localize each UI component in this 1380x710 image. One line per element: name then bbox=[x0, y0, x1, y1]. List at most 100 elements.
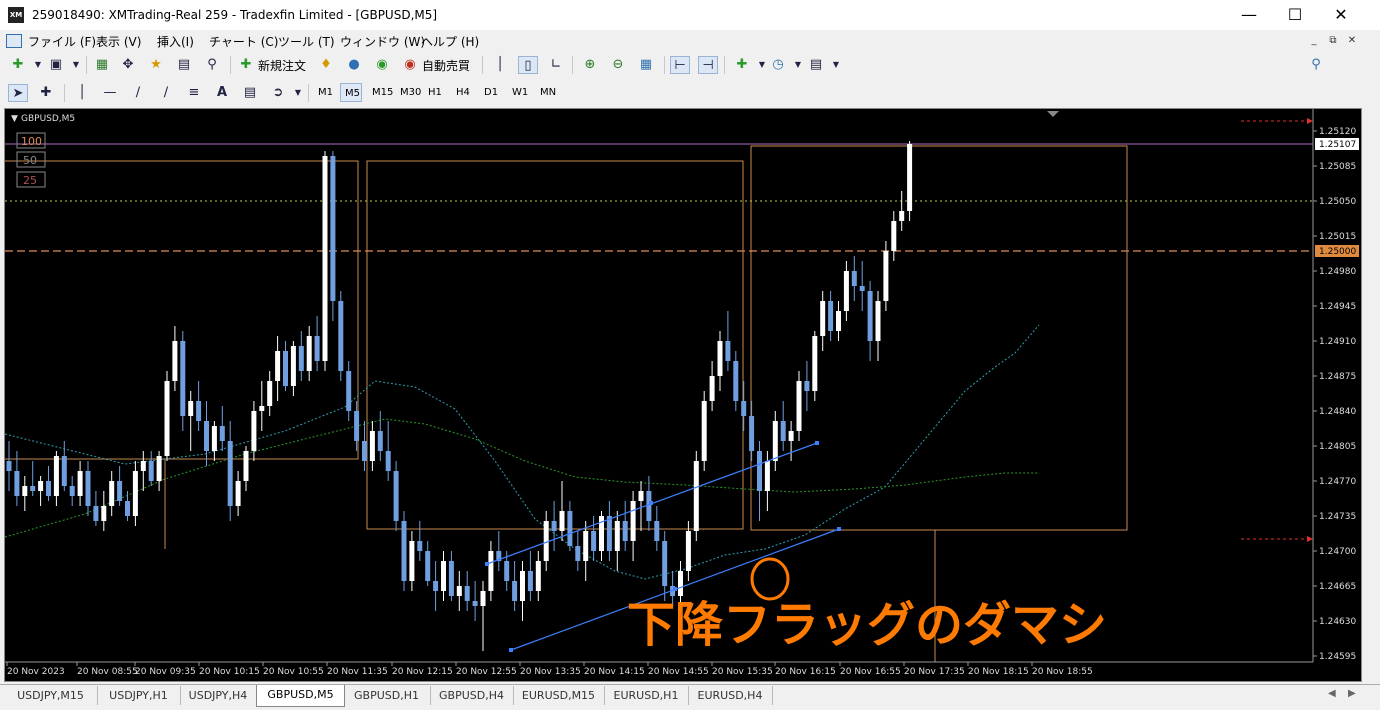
chart-window-icon[interactable] bbox=[6, 34, 22, 48]
new-order-button[interactable]: 新規注文 bbox=[258, 57, 306, 74]
tab-eurusd-h1[interactable]: EURUSD,H1 bbox=[604, 686, 689, 705]
channel-anchor-point[interactable] bbox=[673, 587, 677, 591]
chart-window[interactable]: 1.25120 1.25085 1.25050 1.25015 1.24980 1.249… bbox=[4, 108, 1362, 682]
mdi-minimize-icon[interactable]: _ bbox=[1306, 33, 1322, 48]
menu-chart[interactable]: チャート (C) bbox=[209, 33, 278, 50]
new-order-icon[interactable]: ✚ bbox=[236, 56, 256, 74]
time-label: 20 Nov 18:55 bbox=[1032, 667, 1093, 677]
channel-anchor-point[interactable] bbox=[509, 648, 513, 652]
candle-body bbox=[306, 336, 312, 371]
tab-scroll-left-icon[interactable]: ◀ bbox=[1328, 688, 1336, 699]
navigator-icon[interactable]: ★ bbox=[146, 56, 166, 74]
channel-anchor-point[interactable] bbox=[815, 441, 819, 445]
tab-gbpusd-h1[interactable]: GBPUSD,H1 bbox=[343, 686, 431, 705]
menu-window[interactable]: ウィンドウ (W) bbox=[340, 33, 425, 50]
dropdown-arrow-icon[interactable]: ▼ bbox=[826, 56, 846, 74]
channel-anchor-point[interactable] bbox=[485, 562, 489, 566]
candle-body bbox=[30, 486, 36, 491]
tab-eurusd-h4[interactable]: EURUSD,H4 bbox=[688, 686, 773, 705]
candlestick-icon[interactable]: ▯ bbox=[518, 56, 538, 74]
zoom-in-icon[interactable]: ⊕ bbox=[580, 56, 600, 74]
tab-usdjpy-h1[interactable]: USDJPY,H1 bbox=[97, 686, 181, 705]
candle-body bbox=[614, 521, 620, 551]
menu-insert[interactable]: 挿入(I) bbox=[157, 33, 194, 50]
tab-eurusd-m15[interactable]: EURUSD,M15 bbox=[513, 686, 605, 705]
candle-body bbox=[393, 471, 399, 521]
equidistant-channel-icon[interactable]: ∕ bbox=[156, 84, 176, 102]
mdi-close-icon[interactable]: ✕ bbox=[1344, 33, 1360, 48]
tab-gbpusd-h4[interactable]: GBPUSD,H4 bbox=[430, 686, 514, 705]
time-label: 20 Nov 08:55 bbox=[77, 667, 138, 677]
timeframe-d1[interactable]: D1 bbox=[480, 83, 510, 102]
fibonacci-icon[interactable]: ≡ bbox=[184, 84, 204, 102]
chart-shift-icon[interactable]: ⊢ bbox=[670, 56, 690, 74]
templates-icon[interactable]: ▤ bbox=[806, 56, 826, 74]
mdi-restore-icon[interactable]: ⧉ bbox=[1325, 33, 1341, 48]
candle-body bbox=[796, 381, 802, 431]
cursor-icon[interactable]: ➤ bbox=[8, 84, 28, 102]
profiles-icon[interactable]: ▣ bbox=[46, 56, 66, 74]
auto-trading-icon[interactable]: ◉ bbox=[400, 56, 420, 74]
crosshair-icon[interactable]: ✚ bbox=[36, 84, 56, 102]
timeframe-h1[interactable]: H1 bbox=[424, 83, 454, 102]
timeframe-m5[interactable]: M5 bbox=[340, 83, 362, 102]
dropdown-arrow-icon[interactable]: ▼ bbox=[66, 56, 86, 74]
zoom-out-icon[interactable]: ⊖ bbox=[608, 56, 628, 74]
text-label-icon[interactable]: ▤ bbox=[240, 84, 260, 102]
signals-icon[interactable]: ◉ bbox=[372, 56, 392, 74]
candle-body bbox=[425, 551, 431, 581]
horizontal-line-icon[interactable]: — bbox=[100, 84, 120, 102]
tab-usdjpy-h4[interactable]: USDJPY,H4 bbox=[180, 686, 257, 705]
candle-body bbox=[749, 416, 755, 451]
dropdown-arrow-icon[interactable]: ▼ bbox=[288, 84, 308, 102]
menu-tools[interactable]: ツール (T) bbox=[278, 33, 335, 50]
menu-help[interactable]: ヘルプ (H) bbox=[421, 33, 479, 50]
shift-marker-icon[interactable] bbox=[1047, 111, 1059, 117]
candle-body bbox=[204, 421, 209, 451]
trendline-icon[interactable]: ∕ bbox=[128, 84, 148, 102]
tab-scroll-right-icon[interactable]: ▶ bbox=[1348, 688, 1356, 699]
strategy-tester-icon[interactable]: ⚲ bbox=[202, 56, 222, 74]
search-icon[interactable]: ⚲ bbox=[1306, 56, 1326, 74]
channel-anchor-point[interactable] bbox=[837, 527, 841, 531]
menu-view[interactable]: 表示 (V) bbox=[96, 33, 141, 50]
arrows-icon[interactable]: ➲ bbox=[268, 84, 288, 102]
tab-usdjpy-m15[interactable]: USDJPY,M15 bbox=[4, 686, 98, 705]
vertical-line-icon[interactable]: │ bbox=[72, 84, 92, 102]
dropdown-arrow-icon[interactable]: ▼ bbox=[28, 56, 48, 74]
tab-gbpusd-m5[interactable]: GBPUSD,M5 bbox=[256, 685, 345, 707]
price-label: 1.24945 bbox=[1319, 302, 1356, 312]
data-window-icon[interactable]: ✥ bbox=[118, 56, 138, 74]
chart-dropdown-icon[interactable]: ▼ bbox=[11, 114, 18, 124]
channel-anchor-point[interactable] bbox=[649, 501, 653, 505]
market-watch-icon[interactable]: ▦ bbox=[92, 56, 112, 74]
periods-clock-icon[interactable]: ◷ bbox=[768, 56, 788, 74]
dropdown-arrow-icon[interactable]: ▼ bbox=[788, 56, 808, 74]
time-label: 20 Nov 13:35 bbox=[520, 667, 581, 677]
menu-file[interactable]: ファイル (F) bbox=[28, 33, 96, 50]
text-tool-icon[interactable]: A bbox=[212, 84, 232, 102]
price-label: 1.25120 bbox=[1319, 127, 1356, 137]
line-chart-icon[interactable]: ∟ bbox=[546, 56, 566, 74]
candle-body bbox=[757, 451, 762, 491]
price-chart[interactable]: 1.25120 1.25085 1.25050 1.25015 1.24980 1.249… bbox=[5, 109, 1361, 681]
candle-body bbox=[543, 521, 549, 561]
minimize-icon[interactable]: — bbox=[1226, 0, 1272, 30]
terminal-icon[interactable]: ▤ bbox=[174, 56, 194, 74]
close-icon[interactable]: ✕ bbox=[1318, 0, 1364, 30]
candle-body bbox=[22, 486, 28, 496]
timeframe-mn[interactable]: MN bbox=[536, 83, 568, 102]
community-icon[interactable]: ● bbox=[344, 56, 364, 74]
new-chart-icon[interactable]: ✚ bbox=[8, 56, 28, 74]
auto-trading-button[interactable]: 自動売買 bbox=[422, 57, 470, 74]
candle-body bbox=[227, 441, 233, 506]
indicators-icon[interactable]: ✚ bbox=[732, 56, 752, 74]
timeframe-m1[interactable]: M1 bbox=[314, 83, 342, 102]
auto-scroll-icon[interactable]: ⊣ bbox=[698, 56, 718, 74]
maximize-icon[interactable]: ☐ bbox=[1272, 0, 1318, 30]
timeframe-h4[interactable]: H4 bbox=[452, 83, 482, 102]
bar-chart-icon[interactable]: │ bbox=[490, 56, 510, 74]
tile-windows-icon[interactable]: ▦ bbox=[636, 56, 656, 74]
metaeditor-icon[interactable]: ♦ bbox=[316, 56, 336, 74]
candle-body bbox=[606, 516, 612, 551]
